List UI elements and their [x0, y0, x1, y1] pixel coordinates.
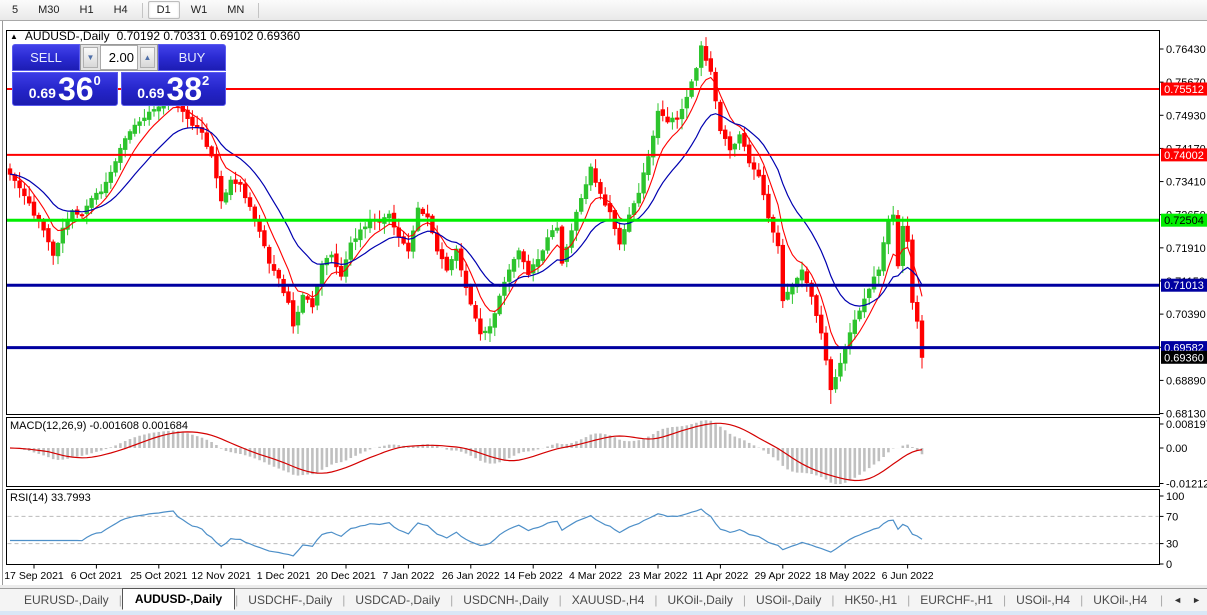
chart-tab-ukoil-h4[interactable]: UKOil-,H4	[1083, 590, 1157, 610]
price-axis: 0.764300.756700.749300.741700.734100.726…	[1159, 44, 1207, 571]
chart-tab-hk50-h1[interactable]: HK50-,H1	[834, 590, 907, 610]
svg-text:17 Sep 2021: 17 Sep 2021	[4, 570, 64, 582]
sell-price-display[interactable]: 0.69 36 0	[12, 72, 118, 106]
scroll-right-icon[interactable]: ►	[1192, 595, 1201, 605]
svg-text:-0.01212: -0.01212	[1166, 479, 1207, 491]
price-level-badge-0.71013: 0.71013	[1161, 278, 1207, 292]
timeframe-button-d1[interactable]: D1	[147, 1, 180, 19]
svg-text:29 Apr 2022: 29 Apr 2022	[754, 570, 811, 582]
svg-text:0.74002: 0.74002	[1164, 150, 1204, 162]
price-level-badge-0.72504: 0.72504	[1161, 213, 1207, 227]
svg-text:7 Jan 2022: 7 Jan 2022	[382, 570, 434, 582]
svg-text:0.71013: 0.71013	[1164, 280, 1204, 292]
rsi-indicator-label: RSI(14) 33.7993	[10, 492, 91, 504]
buy-price-display[interactable]: 0.69 38 2	[120, 71, 226, 107]
svg-text:18 May 2022: 18 May 2022	[815, 570, 876, 582]
chart-tab-audusd-daily[interactable]: AUDUSD-,Daily	[121, 588, 236, 610]
svg-text:70: 70	[1166, 511, 1178, 523]
svg-text:20 Dec 2021: 20 Dec 2021	[316, 570, 376, 582]
toolbar-separator	[141, 2, 143, 18]
timeframe-button-w1[interactable]: W1	[182, 1, 217, 19]
chart-tab-usdcad-daily[interactable]: USDCAD-,Daily	[345, 590, 450, 610]
timeframe-button-h4[interactable]: H4	[105, 1, 137, 19]
svg-text:0.70390: 0.70390	[1166, 309, 1206, 321]
tab-separator: |	[1160, 593, 1164, 607]
svg-text:6 Oct 2021: 6 Oct 2021	[71, 570, 123, 582]
collapse-panel-icon[interactable]: ▲	[10, 32, 18, 41]
current-price-badge: 0.69360	[1161, 350, 1207, 364]
svg-text:0.74930: 0.74930	[1166, 110, 1206, 122]
buy-price-sup: 2	[202, 73, 210, 88]
chart-title: ▲ AUDUSD-,Daily 0.70192 0.70331 0.69102 …	[10, 29, 300, 43]
svg-text:30: 30	[1166, 539, 1178, 551]
svg-text:25 Oct 2021: 25 Oct 2021	[130, 570, 187, 582]
panel-frame	[6, 489, 1160, 565]
buy-button[interactable]: BUY	[158, 44, 226, 71]
sell-button[interactable]: SELL	[12, 44, 80, 71]
timeframe-button-m30[interactable]: M30	[29, 1, 68, 19]
price-level-badge-0.75512: 0.75512	[1161, 82, 1207, 96]
volume-stepper: ▼ ▲	[80, 44, 158, 71]
svg-text:4 Mar 2022: 4 Mar 2022	[569, 570, 622, 582]
svg-text:0.75512: 0.75512	[1164, 84, 1204, 96]
timeframe-button-h1[interactable]: H1	[71, 1, 103, 19]
svg-text:0.00: 0.00	[1166, 443, 1187, 455]
chart-tab-usdchf-daily[interactable]: USDCHF-,Daily	[238, 590, 342, 610]
svg-text:23 Mar 2022: 23 Mar 2022	[629, 570, 688, 582]
svg-text:0.72504: 0.72504	[1164, 215, 1204, 227]
chart-tab-xauusd-h4[interactable]: XAUUSD-,H4	[562, 590, 655, 610]
chart-tab-ukoil-daily[interactable]: UKOil-,Daily	[658, 590, 743, 610]
scroll-left-icon[interactable]: ◄	[1173, 595, 1182, 605]
volume-input[interactable]	[100, 45, 138, 70]
chart-symbol-period: AUDUSD-,Daily	[24, 29, 110, 43]
window-bottom-strip	[0, 611, 1207, 615]
svg-text:0.73410: 0.73410	[1166, 177, 1206, 189]
svg-text:1 Dec 2021: 1 Dec 2021	[257, 570, 311, 582]
chart-tab-bar: EURUSD-,Daily | AUDUSD-,Daily | USDCHF-,Dail…	[0, 588, 1207, 611]
chart-ohlc-values: 0.70192 0.70331 0.69102 0.69360	[116, 29, 301, 43]
svg-text:0.68890: 0.68890	[1166, 375, 1206, 387]
svg-text:0.71910: 0.71910	[1166, 243, 1206, 255]
volume-down-icon[interactable]: ▼	[83, 47, 98, 68]
sell-price-small: 0.69	[28, 85, 56, 101]
sell-price-sup: 0	[93, 73, 101, 88]
one-click-trade-panel: SELL ▼ ▲ BUY 0.69 36 0 0.69 38 2	[12, 44, 226, 106]
sell-price-big: 36	[57, 71, 94, 107]
chart-tab-eurusd-daily[interactable]: EURUSD-,Daily	[14, 590, 119, 610]
date-axis: 17 Sep 2021 6 Oct 2021 25 Oct 2021 12 Nov 2…	[4, 564, 934, 582]
svg-text:0: 0	[1166, 559, 1172, 571]
macd-indicator-label: MACD(12,26,9) -0.001608 0.001684	[10, 420, 188, 432]
svg-text:14 Feb 2022: 14 Feb 2022	[504, 570, 563, 582]
svg-text:0.008197: 0.008197	[1166, 419, 1207, 431]
svg-text:12 Nov 2021: 12 Nov 2021	[191, 570, 251, 582]
svg-text:100: 100	[1166, 491, 1184, 503]
price-level-badge-0.74002: 0.74002	[1161, 148, 1207, 162]
timeframe-button-mn[interactable]: MN	[218, 1, 253, 19]
buy-price-big: 38	[166, 71, 203, 107]
svg-text:26 Jan 2022: 26 Jan 2022	[442, 570, 500, 582]
timeframe-button-5[interactable]: 5	[3, 1, 27, 19]
chart-tab-usoil-daily[interactable]: USOil-,Daily	[746, 590, 831, 610]
chart-tab-usoil-h4[interactable]: USOil-,H4	[1006, 590, 1080, 610]
svg-text:0.69360: 0.69360	[1164, 352, 1204, 364]
chart-window: ▲ AUDUSD-,Daily 0.70192 0.70331 0.69102 …	[0, 21, 1207, 588]
svg-text:11 Apr 2022: 11 Apr 2022	[692, 570, 748, 582]
volume-up-icon[interactable]: ▲	[140, 47, 155, 68]
chart-tab-eurchf-h1[interactable]: EURCHF-,H1	[910, 590, 1003, 610]
toolbar-separator	[258, 2, 260, 18]
buy-price-small: 0.69	[137, 85, 165, 101]
chart-tab-usdcnh-daily[interactable]: USDCNH-,Daily	[453, 590, 558, 610]
svg-text:0.76430: 0.76430	[1166, 44, 1206, 56]
svg-text:6 Jun 2022: 6 Jun 2022	[882, 570, 934, 582]
timeframe-toolbar: 5 M30 H1 H4 D1 W1 MN	[0, 0, 1207, 21]
